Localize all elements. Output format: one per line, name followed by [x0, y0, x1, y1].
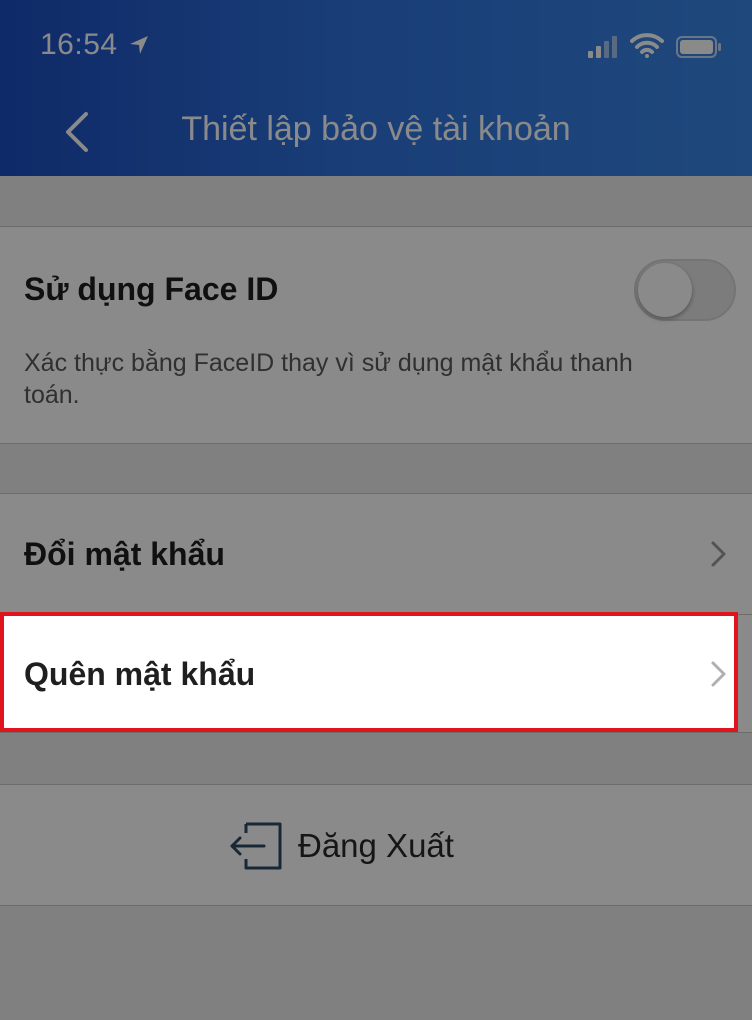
- forgot-password-row[interactable]: Quên mật khẩu: [0, 612, 738, 732]
- wifi-icon: [630, 33, 664, 58]
- toggle-knob: [638, 263, 692, 317]
- logout-button[interactable]: Đăng Xuất: [0, 784, 752, 906]
- location-arrow-icon: [130, 36, 148, 54]
- cellular-signal-icon: [588, 36, 617, 58]
- chevron-right-icon: [711, 661, 726, 687]
- logout-icon: [230, 822, 282, 870]
- face-id-section: Sử dụng Face ID Xác thực bằng FaceID tha…: [0, 226, 752, 444]
- battery-icon: [676, 36, 721, 58]
- forgot-password-label: Quên mật khẩu: [24, 656, 256, 692]
- change-password-row[interactable]: Đổi mật khẩu: [0, 494, 752, 615]
- chevron-right-icon: [711, 541, 726, 567]
- face-id-title: Sử dụng Face ID: [24, 271, 279, 307]
- face-id-description: Xác thực bằng FaceID thay vì sử dụng mật…: [24, 349, 633, 409]
- change-password-label: Đổi mật khẩu: [24, 536, 225, 572]
- status-time: 16:54: [40, 28, 118, 61]
- header: 16:54 Thiết lập bảo vệ tài khoản: [0, 0, 752, 176]
- page-title: Thiết lập bảo vệ tài khoản: [181, 110, 571, 148]
- screen: 16:54 Thiết lập bảo vệ tài khoản Sử dụng…: [0, 0, 752, 1020]
- logout-label: Đăng Xuất: [298, 827, 454, 864]
- face-id-toggle[interactable]: [634, 259, 736, 321]
